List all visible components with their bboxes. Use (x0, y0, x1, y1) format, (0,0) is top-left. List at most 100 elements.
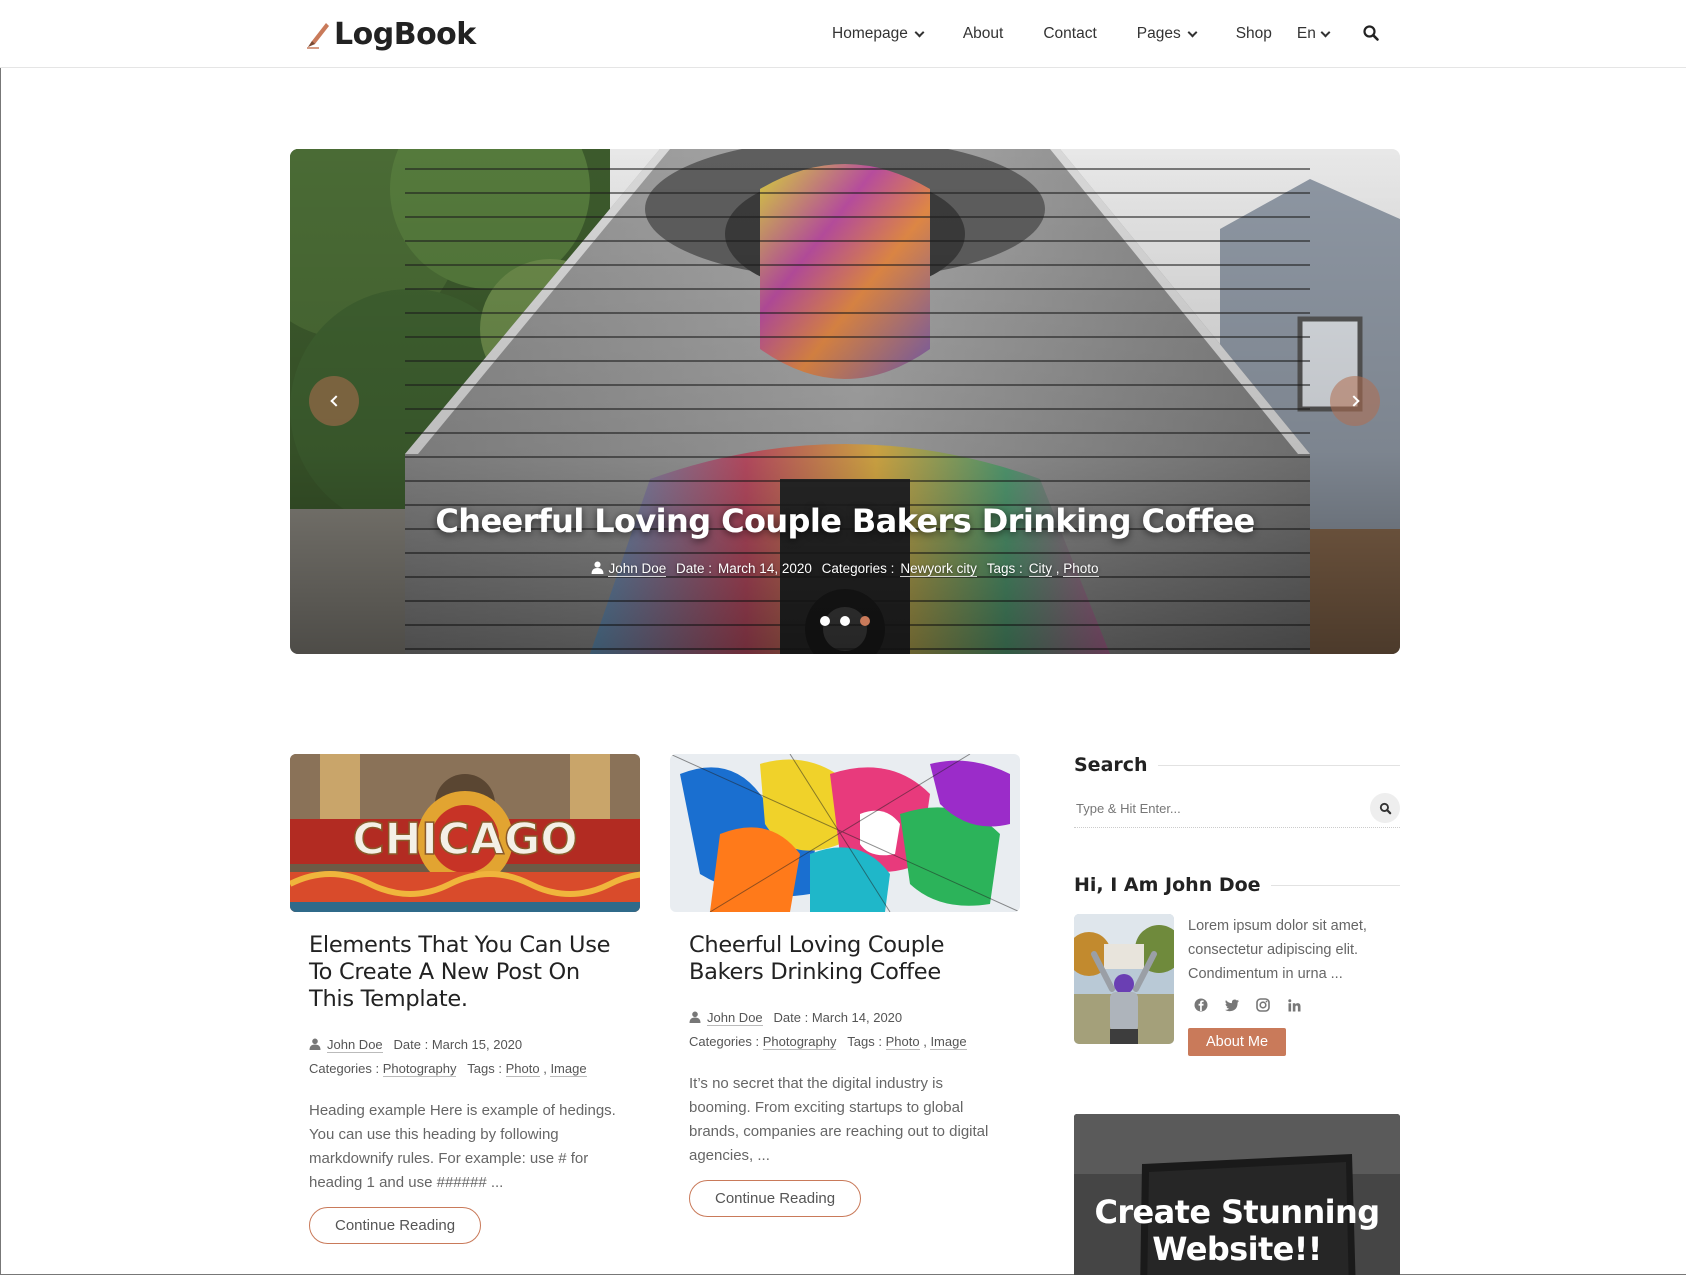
user-icon (591, 561, 604, 574)
pencil-icon (307, 23, 329, 49)
hero-date: March 14, 2020 (718, 561, 812, 576)
site-logo[interactable]: LogBook (304, 14, 476, 54)
post-tag-link[interactable]: Image (930, 1034, 967, 1050)
nav-item-shop[interactable]: Shop (1236, 25, 1272, 43)
hero-title[interactable]: Cheerful Loving Couple Bakers Drinking C… (435, 502, 1255, 540)
chevron-down-icon (1320, 27, 1331, 37)
title-divider (1157, 764, 1400, 766)
post-author-link[interactable]: John Doe (327, 1037, 383, 1053)
hero-meta: John Doe Date : March 14, 2020 Categories… (290, 561, 1400, 577)
chicago-sign-image: CHICAGO (290, 754, 640, 912)
post-date: March 15, 2020 (431, 1037, 523, 1052)
post-excerpt: Heading example Here is example of hedin… (309, 1102, 616, 1191)
site-header: LogBook Homepage About Contact Pages Sho… (0, 0, 1686, 68)
title-divider (1270, 884, 1400, 886)
slider-dot[interactable] (840, 616, 850, 626)
hero-title-wrap: Cheerful Loving Couple Bakers Drinking C… (290, 502, 1400, 540)
search-submit-button[interactable] (1370, 793, 1400, 823)
post-meta: John Doe Date : March 14, 2020 Categorie… (689, 1010, 967, 1050)
hero-tag-link[interactable]: City (1028, 561, 1052, 577)
post-meta: John Doe Date : March 15, 2020 Categorie… (309, 1037, 587, 1077)
hero-tag-link[interactable]: Photo (1063, 561, 1099, 577)
post-tags-label: Tags : (847, 1034, 882, 1049)
about-content: Lorem ipsum dolor sit amet, consectetur … (1074, 914, 1400, 1056)
search-input[interactable] (1074, 790, 1354, 826)
post-card: Cheerful Loving Couple Bakers Drinking C… (670, 754, 1020, 1217)
post-tag-link[interactable]: Photo (885, 1034, 920, 1050)
about-widget: Hi, I Am John Doe Lorem ipsum dolor sit … (1074, 874, 1400, 1056)
hero-author-link[interactable]: John Doe (608, 561, 667, 577)
widget-title: Search (1074, 754, 1400, 776)
slider-next-button[interactable] (1330, 376, 1380, 426)
language-label: En (1296, 25, 1316, 42)
nav-item-homepage[interactable]: Homepage (832, 25, 925, 43)
widget-title: Hi, I Am John Doe (1074, 874, 1400, 896)
about-details: Lorem ipsum dolor sit amet, consectetur … (1188, 914, 1400, 1056)
post-body: Elements That You Can Use To Create A Ne… (290, 932, 640, 1244)
post-author-link[interactable]: John Doe (707, 1010, 763, 1026)
post-thumbnail[interactable] (670, 754, 1020, 912)
about-widget-title: Hi, I Am John Doe (1074, 874, 1261, 896)
hero-categories-label: Categories : (821, 561, 895, 576)
facebook-icon[interactable] (1194, 998, 1208, 1012)
nav-item-label: About (962, 25, 1004, 42)
post-category-link[interactable]: Photography (382, 1061, 457, 1077)
logo-text: LogBook (334, 16, 476, 52)
slider-dot-active[interactable] (860, 616, 870, 626)
hero-date-label: Date : (676, 561, 713, 576)
search-widget-title: Search (1074, 754, 1148, 776)
post-tags-label: Tags : (467, 1061, 502, 1076)
search-icon[interactable] (1362, 24, 1380, 42)
post-body: Cheerful Loving Couple Bakers Drinking C… (670, 932, 1020, 1217)
nav-item-contact[interactable]: Contact (1043, 25, 1096, 43)
post-card: CHICAGO Elements That You Can Use To Cre… (290, 754, 640, 1244)
linkedin-icon[interactable] (1287, 998, 1301, 1012)
slider-prev-button[interactable] (309, 376, 359, 426)
post-categories-label: Categories : (309, 1061, 380, 1076)
twitter-icon[interactable] (1225, 998, 1239, 1012)
about-text: Lorem ipsum dolor sit amet, consectetur … (1188, 918, 1367, 982)
slider-dots (290, 616, 1400, 626)
hero-image (290, 149, 1400, 654)
slider-dot[interactable] (820, 616, 830, 626)
nav-item-label: Homepage (832, 25, 908, 42)
continue-reading-button[interactable]: Continue Reading (689, 1180, 862, 1217)
main-nav: Homepage About Contact Pages Shop En (832, 0, 1331, 68)
sidebar: Search Hi, I Am John Doe (1074, 754, 1400, 1275)
instagram-icon[interactable] (1256, 998, 1270, 1012)
post-excerpt: It’s no secret that the digital industry… (689, 1075, 989, 1164)
user-icon (689, 1011, 701, 1023)
post-category-link[interactable]: Photography (762, 1034, 837, 1050)
search-form (1074, 790, 1400, 828)
chevron-down-icon (1187, 27, 1198, 37)
chevron-right-icon (1347, 395, 1360, 407)
post-date-label: Date : (773, 1010, 809, 1025)
post-title[interactable]: Elements That You Can Use To Create A Ne… (309, 932, 621, 1013)
author-photo (1074, 914, 1174, 1044)
nav-item-pages[interactable]: Pages (1136, 25, 1198, 43)
post-date: March 14, 2020 (811, 1010, 903, 1025)
nav-item-label: Shop (1235, 25, 1272, 42)
nav-item-label: Pages (1136, 25, 1181, 42)
chevron-down-icon (914, 27, 925, 37)
chevron-left-icon (329, 395, 342, 407)
post-date-label: Date : (393, 1037, 429, 1052)
hero-tags-label: Tags : (986, 561, 1023, 576)
post-tag-link[interactable]: Image (550, 1061, 587, 1077)
hero-category-link[interactable]: Newyork city (900, 561, 977, 577)
language-selector[interactable]: En (1296, 25, 1331, 43)
post-tag-link[interactable]: Photo (505, 1061, 540, 1077)
nav-item-about[interactable]: About (963, 25, 1004, 43)
search-icon (1379, 802, 1391, 814)
promo-text: Create Stunning Website!! (1094, 1193, 1380, 1268)
post-thumbnail[interactable]: CHICAGO (290, 754, 640, 912)
post-title[interactable]: Cheerful Loving Couple Bakers Drinking C… (689, 932, 1001, 986)
post-categories-label: Categories : (689, 1034, 760, 1049)
continue-reading-button[interactable]: Continue Reading (309, 1207, 482, 1244)
svg-text:CHICAGO: CHICAGO (352, 814, 577, 865)
promo-banner[interactable]: Create Stunning Website!! (1074, 1114, 1400, 1275)
paint-splash-image (670, 754, 1020, 912)
about-me-button[interactable]: About Me (1188, 1028, 1287, 1056)
social-links (1194, 998, 1400, 1012)
hero-slider: Cheerful Loving Couple Bakers Drinking C… (290, 149, 1400, 654)
